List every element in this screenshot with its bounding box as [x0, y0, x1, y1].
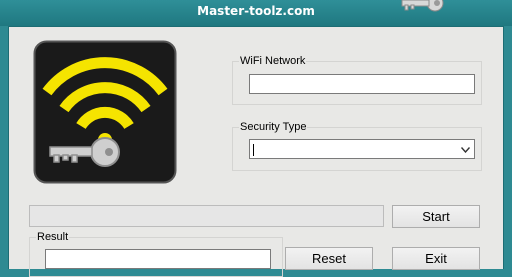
security-type-label: Security Type [239, 121, 308, 133]
security-type-select[interactable] [249, 139, 475, 159]
exit-button[interactable]: Exit [392, 247, 480, 270]
result-output[interactable] [45, 249, 271, 269]
key-icon [401, 0, 444, 12]
result-label: Result [36, 231, 70, 243]
window-titlebar: Master-toolz.com [0, 0, 512, 26]
wifi-network-input[interactable] [249, 74, 475, 94]
text-caret [253, 144, 254, 156]
progress-bar [29, 205, 384, 227]
reset-button[interactable]: Reset [285, 247, 373, 270]
wifi-key-logo [33, 40, 177, 184]
start-button[interactable]: Start [392, 205, 480, 228]
wifi-network-label: WiFi Network [239, 55, 307, 67]
chevron-down-icon [461, 147, 470, 153]
